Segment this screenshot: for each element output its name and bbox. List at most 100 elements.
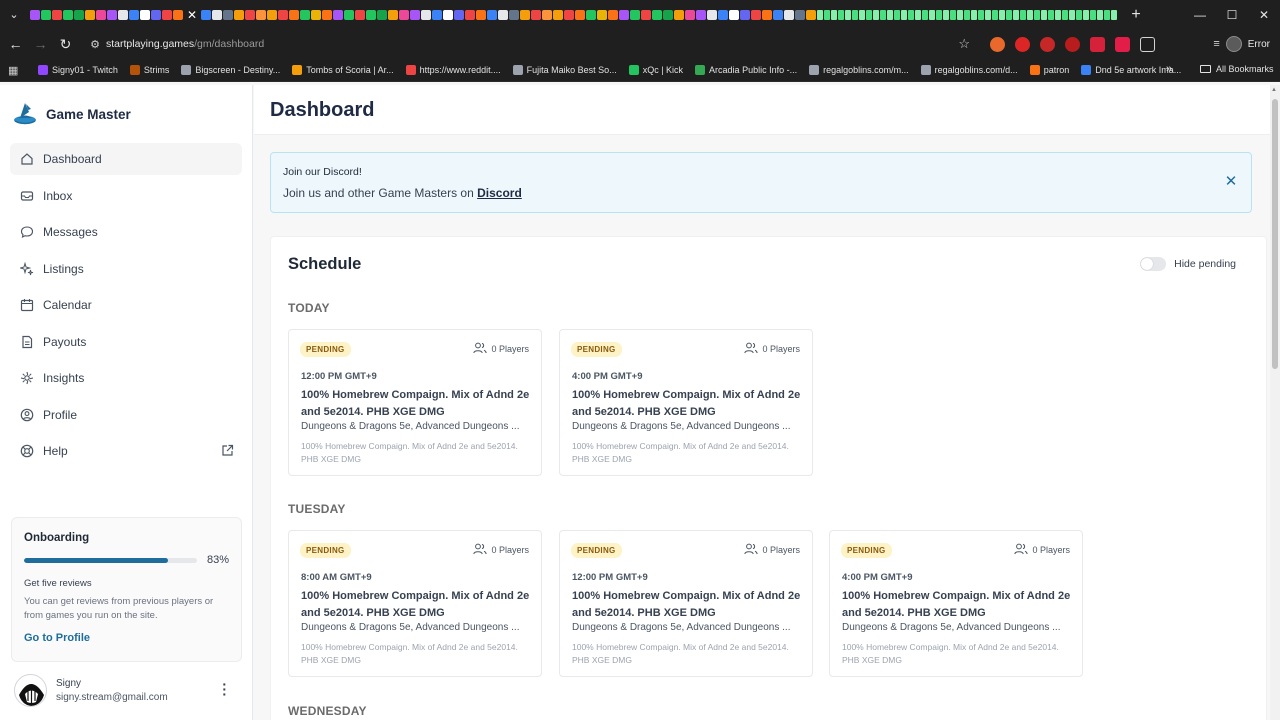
- tab-search-button[interactable]: ⌄: [0, 0, 28, 29]
- tab-favicon[interactable]: [950, 9, 956, 20]
- puzzle-icon[interactable]: [1140, 36, 1155, 52]
- address-bar[interactable]: ⚙ startplaying.games/gm/dashboard ☆: [84, 31, 980, 57]
- tab-favicon[interactable]: [729, 9, 739, 20]
- tab-favicon[interactable]: [751, 9, 761, 20]
- tab-favicon[interactable]: [245, 9, 255, 20]
- session-title[interactable]: 100% Homebrew Compaign. Mix of Adnd 2e a…: [572, 387, 806, 421]
- session-title[interactable]: 100% Homebrew Compaign. Mix of Adnd 2e a…: [301, 588, 535, 622]
- tab-favicon[interactable]: [936, 9, 942, 20]
- tab-favicon[interactable]: [1013, 9, 1019, 20]
- tab-favicon[interactable]: [267, 9, 277, 20]
- site-info-icon[interactable]: ⚙: [84, 38, 106, 51]
- tab-favicon[interactable]: [223, 9, 233, 20]
- tab-favicon[interactable]: [806, 9, 816, 20]
- tab-favicon[interactable]: [817, 9, 823, 20]
- sidebar-item-payouts[interactable]: Payouts: [10, 326, 242, 358]
- sidebar-item-help[interactable]: Help: [10, 435, 242, 467]
- tab-favicon[interactable]: [784, 9, 794, 20]
- tab-favicon[interactable]: [1041, 9, 1047, 20]
- session-title[interactable]: 100% Homebrew Compaign. Mix of Adnd 2e a…: [842, 588, 1076, 622]
- toggle-switch[interactable]: [1140, 257, 1167, 271]
- tab-favicon[interactable]: [852, 9, 858, 20]
- tab-favicon[interactable]: [201, 9, 211, 20]
- session-title[interactable]: 100% Homebrew Compaign. Mix of Adnd 2e a…: [301, 387, 535, 421]
- tab-favicon[interactable]: [388, 9, 398, 20]
- tab-favicon[interactable]: [498, 9, 508, 20]
- bookmark-item[interactable]: Arcadia Public Info -...: [695, 65, 797, 75]
- tab-favicon[interactable]: [831, 9, 837, 20]
- user-menu[interactable]: Signy signy.stream@gmail.com · · ·: [14, 673, 239, 707]
- more-bookmarks-icon[interactable]: »: [1166, 63, 1172, 75]
- tab-favicon[interactable]: [908, 9, 914, 20]
- tab-favicon[interactable]: [901, 9, 907, 20]
- tab-favicon[interactable]: [443, 9, 453, 20]
- tab-favicon[interactable]: [1034, 9, 1040, 20]
- new-tab-button[interactable]: +: [1127, 0, 1145, 29]
- tab-favicon[interactable]: [824, 9, 830, 20]
- scroll-up-icon[interactable]: ▲: [1271, 87, 1277, 93]
- scroll-thumb[interactable]: [1272, 99, 1278, 369]
- bookmark-item[interactable]: patron: [1029, 65, 1069, 75]
- tab-favicon[interactable]: [1062, 9, 1068, 20]
- tab-favicon[interactable]: [41, 9, 51, 20]
- tab-favicon[interactable]: [718, 9, 728, 20]
- tab-favicon[interactable]: [873, 9, 879, 20]
- tab-favicon[interactable]: [322, 9, 332, 20]
- session-card[interactable]: PENDING 0 Players 12:00 PM GMT+9 100% Homeb…: [288, 329, 542, 476]
- extension-icon[interactable]: [990, 36, 1005, 52]
- bookmark-item[interactable]: Fujita Maiko Best So...: [512, 65, 617, 75]
- tab-favicon[interactable]: [300, 9, 310, 20]
- tab-favicon[interactable]: [410, 9, 420, 20]
- tab-favicon[interactable]: [674, 9, 684, 20]
- tab-favicon[interactable]: [355, 9, 365, 20]
- tab-favicon[interactable]: [1097, 9, 1103, 20]
- tab-favicon[interactable]: [586, 9, 596, 20]
- close-window-button[interactable]: ✕: [1248, 0, 1280, 29]
- tab-favicon[interactable]: [773, 9, 783, 20]
- tab-favicon[interactable]: [652, 9, 662, 20]
- tab-favicon[interactable]: [887, 9, 893, 20]
- session-card[interactable]: PENDING 0 Players 4:00 PM GMT+9 100% Homebr…: [559, 329, 813, 476]
- tab-favicon[interactable]: [894, 9, 900, 20]
- bookmark-item[interactable]: Tombs of Scoria | Ar...: [292, 65, 394, 75]
- bookmark-item[interactable]: https://www.reddit....: [405, 65, 501, 75]
- tab-favicon[interactable]: [476, 9, 486, 20]
- tab-favicon[interactable]: [964, 9, 970, 20]
- tab-favicon[interactable]: [520, 9, 530, 20]
- tab-favicon[interactable]: [542, 9, 552, 20]
- reload-button[interactable]: ↻: [53, 29, 78, 59]
- tab-favicon[interactable]: [978, 9, 984, 20]
- tab-favicon[interactable]: [740, 9, 750, 20]
- tab-favicon[interactable]: [1027, 9, 1033, 20]
- tab-favicon[interactable]: [597, 9, 607, 20]
- tab-favicon[interactable]: [845, 9, 851, 20]
- tab-favicon[interactable]: [575, 9, 585, 20]
- bookmark-item[interactable]: Bigscreen - Destiny...: [181, 65, 280, 75]
- minimize-button[interactable]: —: [1184, 0, 1216, 29]
- sidebar-item-calendar[interactable]: Calendar: [10, 289, 242, 321]
- tab-favicon[interactable]: [553, 9, 563, 20]
- tab-favicon[interactable]: [1104, 9, 1110, 20]
- bookmark-item[interactable]: Signy01 - Twitch: [38, 65, 118, 75]
- session-title[interactable]: 100% Homebrew Compaign. Mix of Adnd 2e a…: [572, 588, 806, 622]
- tab-favicon[interactable]: [929, 9, 935, 20]
- tab-favicon[interactable]: [531, 9, 541, 20]
- tab-favicon[interactable]: [685, 9, 695, 20]
- tab-favicon[interactable]: [880, 9, 886, 20]
- tab-favicon[interactable]: [289, 9, 299, 20]
- session-card[interactable]: PENDING 0 Players 12:00 PM GMT+9 100% Homeb…: [559, 530, 813, 677]
- tab-favicon[interactable]: [162, 9, 172, 20]
- profile-avatar[interactable]: [1225, 36, 1242, 52]
- tab-favicon[interactable]: [859, 9, 865, 20]
- sidebar-item-inbox[interactable]: Inbox: [10, 180, 242, 212]
- tab-favicon[interactable]: [985, 9, 991, 20]
- tab-favicon[interactable]: [971, 9, 977, 20]
- sidebar-item-dashboard[interactable]: Dashboard: [10, 143, 242, 175]
- tab-favicon[interactable]: [151, 9, 161, 20]
- maximize-button[interactable]: ☐: [1216, 0, 1248, 29]
- tab-favicon[interactable]: [421, 9, 431, 20]
- tab-favicon[interactable]: [943, 9, 949, 20]
- tab-favicon[interactable]: [1076, 9, 1082, 20]
- tab-favicon[interactable]: [173, 9, 183, 20]
- extension-icon[interactable]: [1065, 36, 1080, 52]
